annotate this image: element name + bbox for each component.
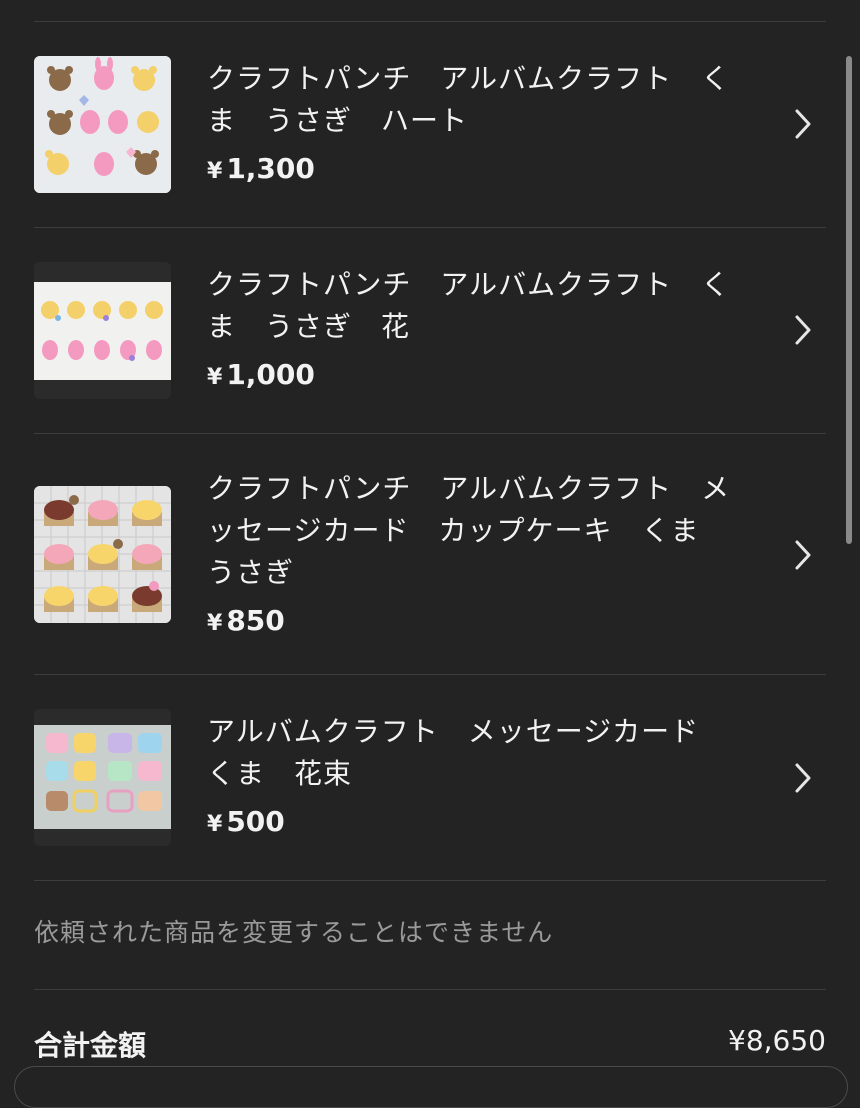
product-title: アルバムクラフト メッセージカード くま 花束 (207, 715, 729, 790)
product-title: クラフトパンチ アルバムクラフト くま うさぎ ハート (207, 62, 731, 137)
currency-symbol: ¥ (207, 812, 223, 837)
price-value: 1,300 (226, 152, 315, 185)
chevron-right-icon (795, 109, 811, 139)
product-title: クラフトパンチ アルバムクラフト くま うさぎ 花 (207, 268, 731, 343)
divider (34, 989, 826, 990)
chevron-right-icon (795, 763, 811, 793)
product-thumbnail (34, 486, 171, 623)
notice-text: 依頼された商品を変更することはできません (34, 918, 554, 947)
currency-symbol: ¥ (207, 611, 223, 636)
product-thumbnail (34, 262, 171, 399)
list-item-1[interactable]: クラフトパンチ アルバムクラフト くま うさぎ ハート ¥1,300 (0, 22, 860, 227)
product-thumbnail (34, 709, 171, 846)
product-price: ¥1,000 (207, 358, 315, 391)
product-price: ¥1,300 (207, 152, 315, 185)
price-value: 500 (226, 805, 285, 838)
divider (34, 880, 826, 881)
total-value: ¥8,650 (728, 1024, 826, 1057)
total-label: 合計金額 (34, 1029, 147, 1062)
currency-symbol: ¥ (207, 365, 223, 390)
bottom-sheet[interactable] (14, 1066, 848, 1108)
scrollbar[interactable] (846, 56, 852, 544)
product-price: ¥850 (207, 604, 285, 637)
product-title: クラフトパンチ アルバムクラフト メッセージカード カップケーキ くま うさぎ (207, 472, 731, 589)
chevron-right-icon (795, 315, 811, 345)
list-item-3[interactable]: クラフトパンチ アルバムクラフト メッセージカード カップケーキ くま うさぎ … (0, 434, 860, 674)
list-item-2[interactable]: クラフトパンチ アルバムクラフト くま うさぎ 花 ¥1,000 (0, 228, 860, 433)
currency-symbol: ¥ (207, 159, 223, 184)
product-thumbnail (34, 56, 171, 193)
price-value: 1,000 (226, 358, 315, 391)
list-item-4[interactable]: アルバムクラフト メッセージカード くま 花束 ¥500 (0, 675, 860, 880)
product-price: ¥500 (207, 805, 285, 838)
price-value: 850 (226, 604, 285, 637)
chevron-right-icon (795, 540, 811, 570)
